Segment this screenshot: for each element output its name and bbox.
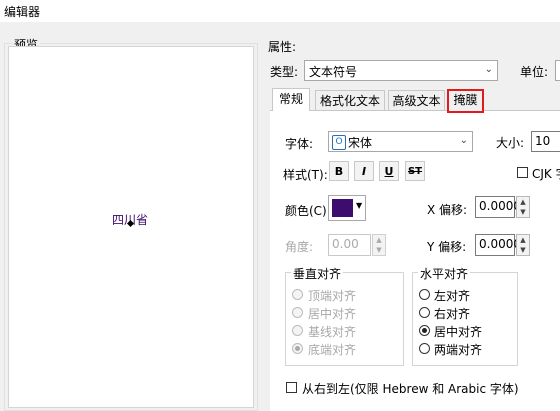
valign-top-radio[interactable] (292, 289, 303, 300)
spin-down-icon: ▼ (520, 246, 526, 254)
font-select[interactable]: O 宋体 ⌄ (328, 131, 473, 152)
tab-mask-label: 掩膜 (453, 93, 478, 107)
unit-label: 单位: (520, 65, 549, 79)
cjk-checkbox[interactable] (517, 167, 528, 178)
horizontal-align-label: 水平对齐 (418, 265, 471, 282)
halign-left-label: 左对齐 (434, 289, 471, 303)
halign-left-radio[interactable] (419, 289, 430, 300)
font-label: 字体: (285, 137, 314, 151)
valign-bottom-label: 底端对齐 (308, 343, 357, 357)
x-offset-spinner[interactable]: ▲ ▼ (516, 196, 530, 218)
chevron-down-icon: ▼ (356, 201, 363, 210)
rtl-label: 从右到左(仅限 Hebrew 和 Arabic 字体) (302, 382, 519, 396)
valign-bottom-radio[interactable] (292, 343, 303, 354)
title-bar: 编辑器 (0, 0, 560, 22)
bold-button[interactable]: B (329, 161, 349, 181)
cjk-label: CJK 字 (532, 167, 560, 181)
type-select[interactable]: 文本符号 ⌄ (304, 60, 498, 81)
opentype-font-icon: O (332, 135, 346, 150)
rtl-checkbox[interactable] (286, 382, 297, 393)
size-input[interactable]: 10 (531, 131, 560, 152)
size-label: 大小: (496, 136, 525, 150)
spin-down-icon: ▼ (520, 208, 526, 216)
halign-justify-label: 两端对齐 (434, 343, 483, 357)
halign-center-radio[interactable] (419, 325, 430, 336)
x-offset-input[interactable]: 0.0000 (475, 196, 521, 218)
y-offset-input[interactable]: 0.0000 (475, 234, 521, 256)
halign-right-radio[interactable] (419, 307, 430, 318)
spin-down-icon: ▼ (376, 246, 382, 254)
tab-mask[interactable]: 掩膜 (447, 89, 484, 113)
tab-advanced-text[interactable]: 高级文本 (388, 90, 445, 110)
valign-center-label: 居中对齐 (308, 307, 357, 321)
tab-formatted-text-label: 格式化文本 (319, 94, 380, 108)
tab-formatted-text[interactable]: 格式化文本 (315, 90, 385, 110)
chevron-down-icon: ⌄ (484, 64, 493, 75)
spin-up-icon: ▲ (520, 198, 526, 206)
window-title: 编辑器 (4, 5, 41, 19)
valign-baseline-radio[interactable] (292, 325, 303, 336)
chevron-down-icon: ⌄ (459, 135, 468, 146)
halign-center-label: 居中对齐 (434, 325, 483, 339)
y-offset-spinner[interactable]: ▲ ▼ (516, 234, 530, 256)
x-offset-label: X 偏移: (427, 203, 468, 217)
angle-input[interactable]: 0.00 (328, 234, 371, 256)
spin-up-icon: ▲ (376, 236, 382, 244)
valign-baseline-label: 基线对齐 (308, 325, 357, 339)
tab-general[interactable]: 常规 (272, 88, 310, 111)
properties-label: 属性: (268, 40, 297, 54)
tab-general-label: 常规 (278, 92, 303, 106)
color-label: 颜色(C): (285, 204, 331, 218)
preview-canvas: 四川省 (8, 46, 254, 408)
color-picker[interactable]: ▼ (328, 195, 366, 221)
style-label: 样式(T): (283, 168, 328, 182)
color-swatch (332, 199, 353, 217)
y-offset-label: Y 偏移: (427, 240, 467, 254)
valign-center-radio[interactable] (292, 307, 303, 318)
font-select-value: 宋体 (348, 136, 373, 150)
underline-button[interactable]: U (379, 161, 399, 181)
vertical-align-label: 垂直对齐 (291, 265, 344, 282)
type-label: 类型: (270, 65, 299, 79)
type-select-value: 文本符号 (309, 65, 358, 79)
italic-button[interactable]: I (354, 161, 374, 181)
halign-right-label: 右对齐 (434, 307, 471, 321)
angle-spinner[interactable]: ▲ ▼ (372, 234, 386, 256)
strikethrough-button[interactable]: ST (405, 161, 425, 181)
spin-up-icon: ▲ (520, 236, 526, 244)
tab-advanced-text-label: 高级文本 (392, 94, 441, 108)
angle-label: 角度: (285, 240, 314, 254)
halign-justify-radio[interactable] (419, 343, 430, 354)
valign-top-label: 顶端对齐 (308, 289, 357, 303)
unit-select[interactable] (555, 60, 560, 81)
